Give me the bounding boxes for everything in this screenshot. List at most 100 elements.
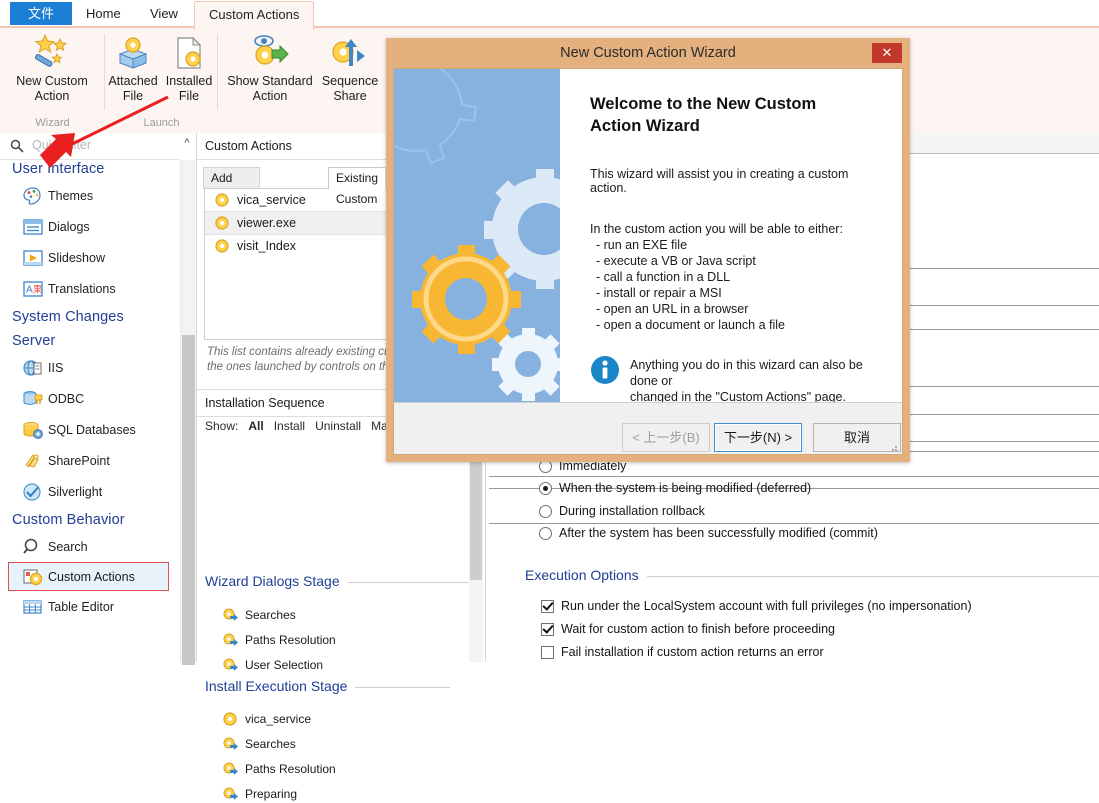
magnifier-icon bbox=[22, 537, 48, 557]
sidebar-item-label: Dialogs bbox=[48, 219, 90, 234]
tab-file[interactable]: 文件 bbox=[10, 2, 73, 25]
dialog-heading: Welcome to the New Custom Action Wizard bbox=[590, 95, 817, 135]
sequence-item[interactable]: Searches bbox=[223, 605, 296, 624]
tab-home[interactable]: Home bbox=[72, 1, 135, 26]
list-item-label: viewer.exe bbox=[237, 216, 297, 230]
sequence-item[interactable]: User Selection bbox=[223, 655, 323, 674]
sequence-scrollbar-thumb[interactable] bbox=[470, 442, 482, 580]
sidebar-item-sharepoint[interactable]: SharePoint bbox=[0, 445, 180, 476]
radio-rollback[interactable]: During installation rollback bbox=[539, 502, 705, 520]
sidebar-item-table-editor[interactable]: Table Editor bbox=[0, 591, 180, 622]
capability-item: - run an EXE file bbox=[596, 238, 688, 252]
sidebar-header-custom-behavior[interactable]: Custom Behavior bbox=[0, 507, 180, 531]
sequence-item[interactable]: Preparing bbox=[223, 784, 297, 803]
checkbox-run-localsystem[interactable]: Run under the LocalSystem account with f… bbox=[541, 597, 972, 615]
show-option-all[interactable]: All bbox=[248, 419, 263, 433]
new-custom-action-button[interactable]: New Custom Action bbox=[8, 32, 96, 104]
checkbox-icon-checked[interactable] bbox=[541, 599, 554, 613]
radio-icon[interactable] bbox=[539, 504, 552, 518]
checkbox-fail-on-error[interactable]: Fail installation if custom action retur… bbox=[541, 643, 824, 661]
installed-file-button[interactable]: Installed File bbox=[161, 32, 217, 104]
sidebar-item-silverlight[interactable]: Silverlight bbox=[0, 476, 180, 507]
sidebar-item-custom-actions[interactable]: Custom Actions bbox=[8, 562, 169, 591]
show-option-install[interactable]: Install bbox=[274, 419, 305, 433]
show-standard-action-label-line1: Show Standard bbox=[227, 74, 313, 88]
sidebar-scrollbar-thumb[interactable] bbox=[182, 335, 195, 665]
sidebar-item-slideshow[interactable]: Slideshow bbox=[0, 242, 180, 273]
sequence-scrollbar[interactable] bbox=[469, 430, 483, 662]
checkbox-icon[interactable] bbox=[541, 645, 554, 659]
sidebar-header-system-changes[interactable]: System Changes bbox=[0, 304, 180, 328]
attached-file-label-line1: Attached bbox=[108, 74, 158, 88]
sidebar-item-label: Translations bbox=[48, 281, 116, 296]
dialog-intro-text: This wizard will assist you in creating … bbox=[590, 167, 849, 195]
dialog-title: New Custom Action Wizard bbox=[560, 45, 736, 61]
close-icon[interactable]: ✕ bbox=[872, 43, 902, 63]
quick-filter-input[interactable]: Quick filter bbox=[0, 133, 180, 160]
custom-actions-gear-icon bbox=[22, 567, 48, 587]
sequence-item-label: Preparing bbox=[245, 786, 298, 801]
sidebar-item-label: Table Editor bbox=[48, 599, 115, 614]
sidebar-item-label: Custom Actions bbox=[48, 569, 135, 584]
sidebar-item-iis[interactable]: IIS bbox=[0, 352, 180, 383]
properties-divider bbox=[489, 476, 1099, 477]
sidebar-item-search[interactable]: Search bbox=[0, 531, 180, 562]
installed-file-icon bbox=[161, 32, 217, 74]
tab-view[interactable]: View bbox=[136, 1, 192, 26]
collapse-chevron-icon[interactable]: ^ bbox=[180, 137, 194, 149]
sequence-item[interactable]: Searches bbox=[223, 734, 296, 753]
sequence-item[interactable]: Paths Resolution bbox=[223, 759, 336, 778]
checkbox-label: Run under the LocalSystem account with f… bbox=[561, 599, 972, 613]
sidebar-item-translations[interactable]: A果 Translations bbox=[0, 273, 180, 304]
sidebar-item-sql-databases[interactable]: SQL Databases bbox=[0, 414, 180, 445]
ribbon-group-label-wizard: Wizard bbox=[35, 117, 70, 129]
radio-icon-selected[interactable] bbox=[539, 481, 552, 495]
attached-file-button[interactable]: Attached File bbox=[105, 32, 161, 104]
tab-existing-custom-action[interactable]: Existing Custom bbox=[328, 167, 387, 206]
sequence-share-label-line2: Share bbox=[333, 89, 367, 103]
search-icon bbox=[10, 139, 24, 156]
action-arrow-icon bbox=[223, 737, 245, 751]
show-label: Show: bbox=[205, 419, 239, 433]
sidebar-header-server[interactable]: Server bbox=[0, 328, 180, 352]
checkbox-wait-finish[interactable]: Wait for custom action to finish before … bbox=[541, 620, 835, 638]
next-button[interactable]: 下一步(N) > bbox=[714, 423, 802, 452]
sequence-item-label: User Selection bbox=[245, 657, 324, 672]
action-arrow-icon bbox=[223, 608, 245, 622]
resize-grip-icon[interactable] bbox=[888, 442, 897, 451]
radio-deferred[interactable]: When the system is being modified (defer… bbox=[539, 479, 811, 497]
sequence-share-label-line1: Sequence bbox=[321, 74, 379, 88]
execution-options-header: Execution Options bbox=[525, 567, 1099, 583]
sequence-item[interactable]: Paths Resolution bbox=[223, 630, 336, 649]
sidebar-scrollbar[interactable] bbox=[180, 160, 196, 665]
checkbox-icon-checked[interactable] bbox=[541, 622, 554, 636]
tab-custom-actions[interactable]: Custom Actions bbox=[194, 1, 315, 30]
table-grid-icon bbox=[22, 597, 48, 617]
sidebar-item-odbc[interactable]: ODBC bbox=[0, 383, 180, 414]
sidebar-item-themes[interactable]: Themes bbox=[0, 180, 180, 211]
sequence-share-icon bbox=[318, 32, 382, 74]
show-option-uninstall[interactable]: Uninstall bbox=[315, 419, 361, 433]
sequence-share-button[interactable]: Sequence Share bbox=[318, 32, 382, 104]
ribbon-group-launch: Attached File Installed File Launch bbox=[105, 28, 218, 132]
ribbon-group-label-launch: Launch bbox=[143, 117, 180, 129]
radio-commit[interactable]: After the system has been successfully m… bbox=[539, 524, 878, 542]
iis-globe-icon bbox=[22, 358, 48, 378]
sidebar-header-user-interface: User Interface bbox=[12, 161, 105, 177]
info-icon bbox=[590, 355, 620, 388]
tab-add-custom-action[interactable]: Add Custom Action bbox=[203, 167, 261, 227]
checkbox-label: Wait for custom action to finish before … bbox=[561, 622, 835, 636]
sequence-item-label: Paths Resolution bbox=[245, 761, 336, 776]
ribbon-tab-strip: 文件 Home View Custom Actions bbox=[0, 0, 1099, 30]
checkbox-label: Fail installation if custom action retur… bbox=[561, 645, 824, 659]
sidebar-item-dialogs[interactable]: Dialogs bbox=[0, 211, 180, 242]
radio-icon[interactable] bbox=[539, 526, 552, 540]
back-button[interactable]: < 上一步(B) bbox=[622, 423, 710, 452]
svg-text:A: A bbox=[26, 284, 33, 295]
list-item-label: vica_service bbox=[237, 193, 306, 207]
show-standard-action-button[interactable]: Show Standard Action bbox=[222, 32, 318, 104]
action-arrow-icon bbox=[223, 787, 245, 801]
translations-icon: A果 bbox=[22, 279, 48, 299]
sequence-item[interactable]: vica_service bbox=[223, 709, 311, 728]
stage-title: Install Execution Stage bbox=[205, 678, 348, 694]
